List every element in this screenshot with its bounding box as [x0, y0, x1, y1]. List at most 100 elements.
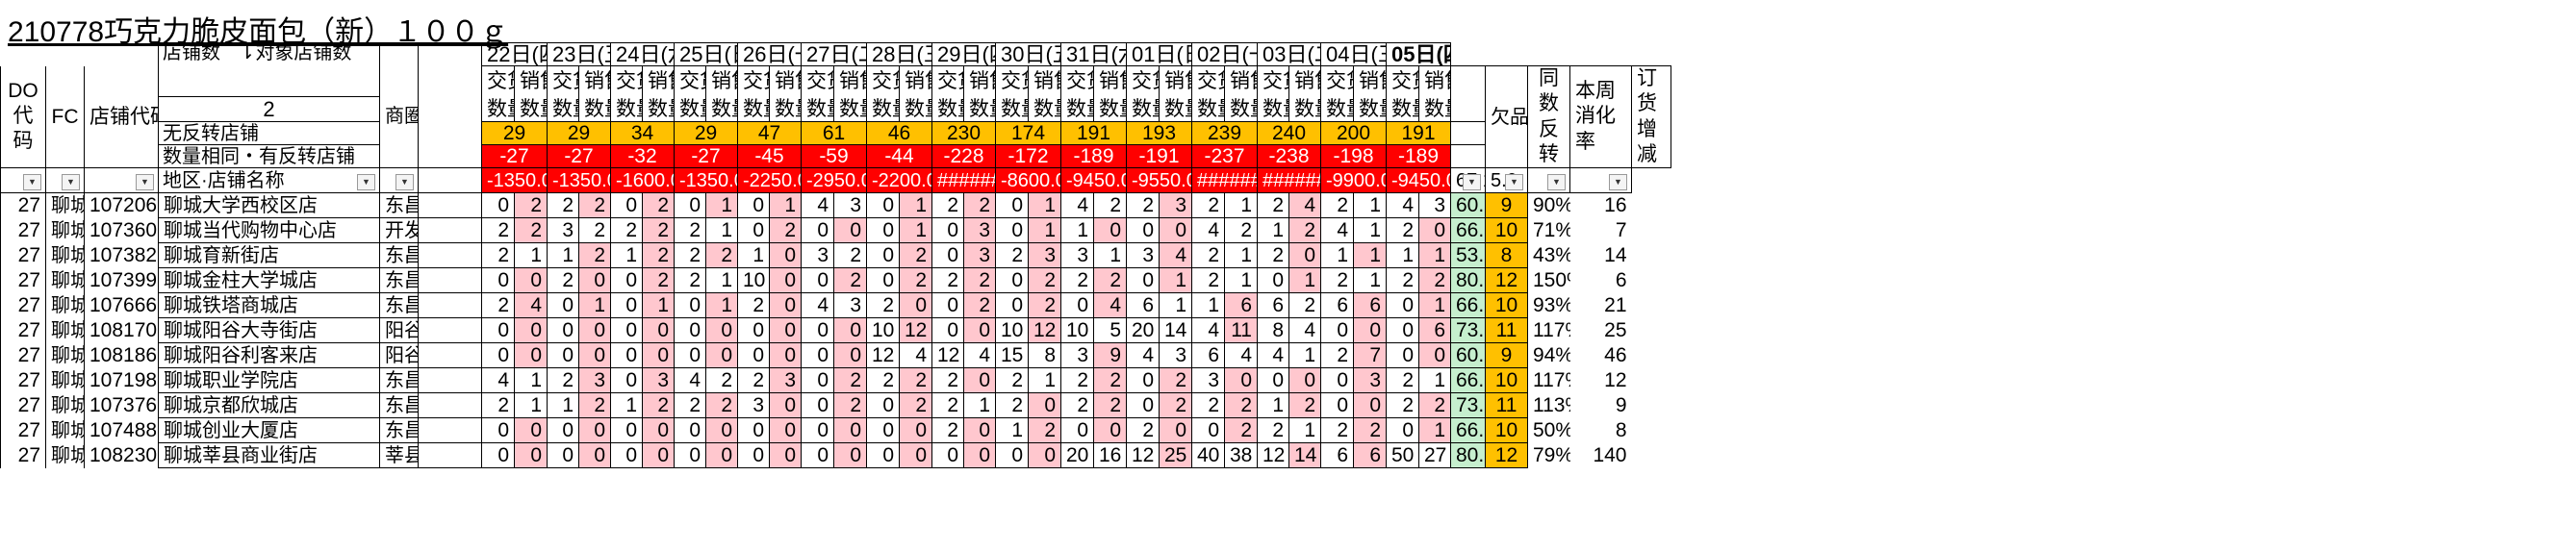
- table-row[interactable]: 27聊城107198聊城职业学院店东昌府41230342230222202122…: [0, 367, 1707, 393]
- sales-header: 销售: [1093, 65, 1127, 97]
- table-row[interactable]: 27聊城108186聊城阳谷利客来店阳谷县0000000000001241241…: [0, 342, 1707, 368]
- store-filter-icon[interactable]: ▼: [357, 174, 375, 190]
- deliver-cell: 40: [1191, 442, 1225, 468]
- sales-cell: 2: [963, 267, 996, 293]
- rev-cell: 11: [1485, 317, 1528, 343]
- sales-cell: 0: [705, 417, 738, 443]
- fc-cell: 聊城: [45, 442, 85, 468]
- sales-cell: 2: [963, 192, 996, 218]
- deliver-cell: 2: [931, 417, 964, 443]
- store-name-cell: 聊城莘县商业街店: [158, 442, 380, 468]
- store-count-header: 店铺数 ⇂对象店铺数: [158, 42, 380, 97]
- sales-cell: 1: [1288, 417, 1321, 443]
- blank-cell: [418, 342, 482, 368]
- rate-filter-icon[interactable]: ▼: [1547, 174, 1566, 190]
- table-row[interactable]: 27聊城107666聊城铁塔商城店东昌府24010101204320020204…: [0, 292, 1707, 318]
- sales-cell: 0: [578, 317, 611, 343]
- deliver-cell: 20: [1126, 317, 1160, 343]
- sales-cell: 0: [1418, 217, 1451, 243]
- sales-cell: 3: [963, 217, 996, 243]
- deliver-cell: 0: [801, 317, 834, 343]
- sales-cell: 7: [1353, 342, 1387, 368]
- table-row[interactable]: 27聊城107382聊城育新街店东昌府211212221032020323313…: [0, 242, 1707, 268]
- deliver-cell: 2: [674, 217, 706, 243]
- sales-cell: 0: [833, 342, 867, 368]
- deliver-cell: 2: [1320, 417, 1354, 443]
- chg-cell: 9: [1615, 394, 1627, 416]
- deliver-cell: 0: [801, 417, 834, 443]
- sales-cell: 2: [705, 242, 738, 268]
- chg-cell: 6: [1615, 269, 1627, 291]
- sales-cell: 1: [1224, 267, 1258, 293]
- no-reverse-value: 200: [1320, 121, 1387, 145]
- deliver-cell: 2: [547, 192, 579, 218]
- deliver-cell: 0: [866, 417, 900, 443]
- table-row[interactable]: 27聊城107360聊城当代购物中心店开发区223222210200010301…: [0, 217, 1707, 243]
- area-filter-icon[interactable]: ▼: [395, 174, 414, 190]
- table-row[interactable]: 27聊城108230聊城莘县商业街店莘县00000000000000000020…: [0, 442, 1707, 468]
- same-qty-value: -59: [801, 144, 867, 168]
- code-filter-icon[interactable]: ▼: [136, 174, 154, 190]
- deliver-header: 交货: [1386, 65, 1419, 97]
- sales-cell: 2: [642, 267, 675, 293]
- date-header: 01日(日): [1126, 42, 1192, 66]
- sales-cell: 1: [1028, 192, 1061, 218]
- sales-cell: 0: [1288, 367, 1321, 393]
- table-row[interactable]: 27聊城107488聊城创业大厦店东昌府00000000000000201200…: [0, 417, 1707, 443]
- sales-header: 销售: [1353, 65, 1387, 97]
- deliver-cell: 2: [931, 392, 964, 418]
- target-count-label: ⇂对象店铺数: [234, 42, 352, 63]
- table-row[interactable]: 27聊城108170聊城阳谷大寺街店阳谷县0000000000001012001…: [0, 317, 1707, 343]
- chg-filter-icon[interactable]: ▼: [1609, 174, 1627, 190]
- store-code-cell: 108186: [84, 342, 159, 368]
- same-qty-value: -172: [995, 144, 1061, 168]
- no-reverse-value: 191: [1060, 121, 1127, 145]
- deliver-cell: 3: [737, 392, 770, 418]
- sales-cell: 0: [833, 417, 867, 443]
- rev-cell: 10: [1485, 292, 1528, 318]
- table-row[interactable]: 27聊城107399聊城金柱大学城店东昌府0020022110002022202…: [0, 267, 1707, 293]
- sales-cell: 2: [899, 367, 932, 393]
- area-header: 商圈: [379, 65, 419, 168]
- sales-header-2: 数量: [1224, 96, 1258, 122]
- deliver-cell: 0: [1386, 342, 1419, 368]
- diff-value: -2200.0%: [866, 167, 932, 193]
- fc-filter-icon[interactable]: ▼: [62, 174, 80, 190]
- sales-cell: 6: [1353, 442, 1387, 468]
- sales-cell: 2: [1093, 267, 1127, 293]
- oos-cell: 53.3%: [1450, 242, 1486, 268]
- rate-filter-cell: ▼: [1527, 167, 1570, 193]
- oos-cell: 66.7%: [1450, 367, 1486, 393]
- deliver-cell: 0: [674, 442, 706, 468]
- sales-cell: 0: [514, 267, 548, 293]
- deliver-cell: 0: [481, 417, 515, 443]
- deliver-cell: 10: [866, 317, 900, 343]
- sales-cell: 2: [578, 392, 611, 418]
- table-row[interactable]: 27聊城107376聊城京都欣城店东昌府21121222300202212022…: [0, 392, 1707, 418]
- deliver-cell: 1: [1257, 392, 1289, 418]
- deliver-header-2: 数量: [1257, 96, 1289, 122]
- sales-cell: 2: [1288, 217, 1321, 243]
- deliver-cell: 4: [1386, 192, 1419, 218]
- deliver-header-2: 数量: [1060, 96, 1094, 122]
- rev-filter-icon[interactable]: ▼: [1505, 174, 1523, 190]
- oos-filter-icon[interactable]: ▼: [1463, 174, 1481, 190]
- cell: [1671, 66, 1707, 168]
- deliver-cell: 2: [931, 267, 964, 293]
- deliver-cell: 0: [866, 192, 900, 218]
- fc-cell: 聊城: [45, 292, 85, 318]
- deliver-cell: 1: [610, 392, 643, 418]
- chg-filter-cell: ▼: [1569, 167, 1632, 193]
- do-filter-icon[interactable]: ▼: [23, 174, 41, 190]
- sales-cell: 3: [833, 192, 867, 218]
- sales-cell: 0: [578, 267, 611, 293]
- sales-cell: 2: [899, 242, 932, 268]
- deliver-cell: 2: [1320, 342, 1354, 368]
- do-cell: 27: [0, 242, 46, 268]
- deliver-cell: 0: [610, 267, 643, 293]
- table-row[interactable]: 27聊城107206聊城大学西校区店东昌府0222020101430122014…: [0, 192, 1707, 218]
- sales-header-2: 数量: [1093, 96, 1127, 122]
- sales-cell: 1: [1418, 292, 1451, 318]
- deliver-cell: 0: [1320, 392, 1354, 418]
- rate-cell: 113%: [1533, 394, 1570, 416]
